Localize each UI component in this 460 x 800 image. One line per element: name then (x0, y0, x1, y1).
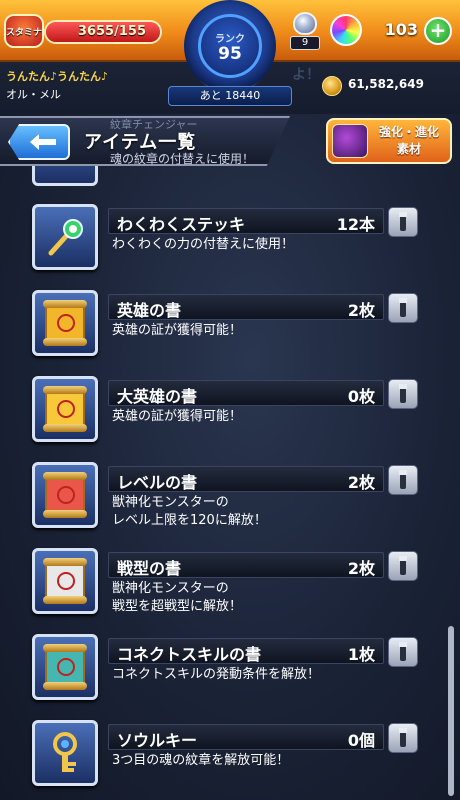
info-button[interactable] (388, 207, 418, 237)
item-list[interactable]: わくわくステッキ 12本 わくわくの力の付替えに使用！ 英雄の書 2枚 英雄の証が獲得可能… (0, 166, 460, 800)
item-count: 0個 (347, 731, 375, 750)
item-count: 2枚 (347, 301, 375, 320)
background-message: よ！ (292, 67, 320, 83)
user-subtitle: オル・メル (6, 88, 61, 101)
scroll-icon (32, 548, 98, 614)
rank-value: 95 (218, 43, 242, 64)
info-icon (399, 384, 407, 403)
item-count: 1枚 (347, 645, 375, 664)
page-title: アイテム一覧 (84, 132, 197, 153)
evolve-button-label: 強化・進化 素材 (378, 125, 439, 156)
item-name-box: 英雄の書 2枚 (108, 294, 384, 320)
info-button[interactable] (388, 551, 418, 581)
item-name: レベルの書 (117, 473, 198, 492)
info-button[interactable] (388, 637, 418, 667)
item-description: 3つ目の魂の紋章を解放可能！ (112, 753, 290, 768)
stamina-value: 3655/155 (77, 24, 146, 39)
potion-count: 9 (290, 36, 320, 50)
info-button[interactable] (388, 293, 418, 323)
item-name: 英雄の書 (117, 301, 182, 320)
list-item[interactable]: 大英雄の書 0枚英雄の証が獲得可能！ (0, 376, 460, 456)
potion-icon[interactable]: 9 (290, 12, 320, 50)
item-count: 2枚 (347, 473, 375, 492)
item-name-box: コネクトスキルの書 1枚 (108, 638, 384, 664)
rank-next-exp: あと 18440 (168, 86, 292, 106)
item-count: 0枚 (347, 387, 375, 406)
scroll-icon (32, 376, 98, 442)
item-name-box: 大英雄の書 0枚 (108, 380, 384, 406)
list-item[interactable]: ソウルキー 0個 3つ目の魂の紋章を解放可能！ (0, 720, 460, 800)
rank-inner: ランク 95 (198, 14, 262, 78)
materials-icon (332, 124, 368, 158)
info-icon (399, 728, 407, 747)
potion-bottle-icon (293, 12, 317, 35)
info-button[interactable] (388, 379, 418, 409)
info-button[interactable] (388, 723, 418, 753)
scroll-icon (32, 462, 98, 528)
rank-label: ランク (215, 33, 245, 45)
list-item[interactable]: コネクトスキルの書 1枚コネクトスキルの発動条件を解放！ (0, 634, 460, 714)
item-name-box: わくわくステッキ 12本 (108, 208, 384, 234)
wand-icon (32, 204, 98, 270)
item-count: 2枚 (347, 559, 375, 578)
add-orbs-button[interactable]: + (424, 17, 452, 45)
coin-icon (322, 76, 342, 96)
scroll-icon (32, 634, 98, 700)
item-name: 大英雄の書 (117, 387, 198, 406)
item-description: コネクトスキルの発動条件を解放！ (112, 667, 321, 682)
info-icon (399, 470, 407, 489)
item-name: コネクトスキルの書 (117, 645, 262, 664)
item-name: ソウルキー (117, 731, 198, 750)
info-icon (399, 212, 407, 231)
scrollbar[interactable] (448, 626, 454, 796)
item-name-box: ソウルキー 0個 (108, 724, 384, 750)
stamina-label: スタミナ (6, 27, 43, 38)
list-item[interactable]: 戦型の書 2枚獣神化モンスターの 戦型を超戦型に解放！ (0, 548, 460, 628)
back-button[interactable] (8, 124, 70, 160)
item-description: わくわくの力の付替えに使用！ (112, 237, 295, 252)
info-icon (399, 298, 407, 317)
orb-icon (330, 14, 362, 46)
key-icon (32, 720, 98, 786)
info-icon (399, 642, 407, 661)
item-description: 英雄の証が獲得可能！ (112, 409, 243, 424)
list-item[interactable]: 英雄の書 2枚英雄の証が獲得可能！ (0, 290, 460, 370)
user-name: うんたん♪うんたん♪ (6, 70, 109, 83)
back-arrow-icon (30, 134, 56, 150)
item-description: 英雄の証が獲得可能！ (112, 323, 243, 338)
item-count: 12本 (336, 215, 375, 234)
item-name: わくわくステッキ (117, 215, 246, 234)
info-button[interactable] (388, 465, 418, 495)
item-name: 戦型の書 (117, 559, 182, 578)
scroll-icon (32, 290, 98, 356)
enhance-evolve-materials-button[interactable]: 強化・進化 素材 (326, 118, 452, 164)
info-icon (399, 556, 407, 575)
item-description: 獣神化モンスターの レベル上限を120に解放！ (112, 495, 267, 528)
item-name-box: 戦型の書 2枚 (108, 552, 384, 578)
item-description: 獣神化モンスターの 戦型を超戦型に解放！ (112, 581, 243, 614)
list-item[interactable]: わくわくステッキ 12本わくわくの力の付替えに使用！ (0, 204, 460, 284)
partial-item-icon (32, 166, 98, 186)
stamina-icon: スタミナ (4, 14, 44, 48)
rank-badge[interactable]: ランク 95 (184, 0, 276, 92)
list-item[interactable]: レベルの書 2枚獣神化モンスターの レベル上限を120に解放！ (0, 462, 460, 542)
coin-count: 61,582,649 (348, 77, 424, 91)
orb-count: 103 (384, 20, 418, 39)
item-name-box: レベルの書 2枚 (108, 466, 384, 492)
